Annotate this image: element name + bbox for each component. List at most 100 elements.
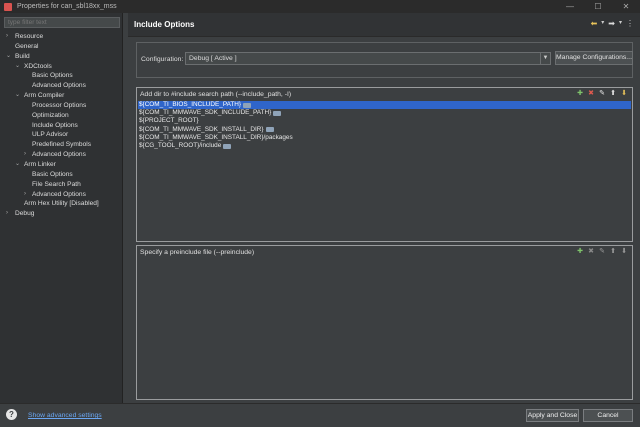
- help-icon[interactable]: ?: [6, 409, 17, 420]
- chevron-down-icon[interactable]: ▼: [540, 53, 550, 64]
- tree-item-arm-hex-utility[interactable]: Arm Hex Utility [Disabled]: [0, 199, 123, 209]
- tree-item-file-search-path[interactable]: File Search Path: [0, 180, 123, 190]
- tree-item-arm-compiler[interactable]: ⌄ Arm Compiler: [0, 91, 123, 101]
- sidebar: › Resource General ⌄ Build ⌄ XDCtools Basic…: [0, 13, 123, 403]
- minimize-icon[interactable]: —: [556, 0, 584, 13]
- configuration-value: Debug [ Active ]: [189, 55, 237, 62]
- tree-item-label: Advanced Options: [32, 151, 86, 159]
- include-path-list: ${COM_TI_BIOS_INCLUDE_PATH} ${COM_TI_MMW…: [138, 101, 631, 150]
- list-item[interactable]: ${COM_TI_MMWAVE_SDK_INSTALL_DIR}: [138, 126, 631, 134]
- add-icon[interactable]: ✚: [576, 90, 584, 98]
- list-item[interactable]: ${CG_TOOL_ROOT}/include: [138, 142, 631, 150]
- page-navigation: ⬅ ▾ ➡ ▾ ⋮: [591, 19, 634, 28]
- tree-item-label: Optimization: [32, 111, 69, 119]
- dialog-footer: ? Show advanced settings Apply and Close…: [0, 403, 640, 427]
- tree-item-label: File Search Path: [32, 180, 81, 188]
- tree-item-linker-basic-options[interactable]: Basic Options: [0, 170, 123, 180]
- tree-item-label: Advanced Options: [32, 190, 86, 198]
- preinclude-panel: Specify a preinclude file (--preinclude)…: [136, 245, 633, 400]
- maximize-icon[interactable]: ☐: [584, 0, 612, 13]
- chevron-down-icon[interactable]: ⌄: [15, 91, 20, 101]
- app-icon: [4, 2, 12, 11]
- tree-item-build[interactable]: ⌄ Build: [0, 52, 123, 62]
- list-item[interactable]: ${COM_TI_MMWAVE_SDK_INSTALL_DIR}/package…: [138, 134, 631, 142]
- delete-icon[interactable]: ✖: [587, 90, 595, 98]
- tree-item-resource[interactable]: › Resource: [0, 32, 123, 42]
- move-up-icon[interactable]: ⬆: [609, 248, 617, 256]
- configuration-label: Configuration:: [141, 56, 184, 63]
- tree-item-label: XDCtools: [24, 62, 52, 70]
- chevron-down-icon[interactable]: ▾: [619, 19, 622, 28]
- tree-item-general[interactable]: General: [0, 42, 123, 52]
- tree-item-xdc-advanced-options[interactable]: Advanced Options: [0, 81, 123, 91]
- tree-item-processor-options[interactable]: Processor Options: [0, 101, 123, 111]
- move-down-icon[interactable]: ⬇: [620, 248, 628, 256]
- tree-item-include-options[interactable]: Include Options: [0, 121, 123, 131]
- tree-item-compiler-advanced-options[interactable]: › Advanced Options: [0, 150, 123, 160]
- tree-item-label: Debug: [15, 210, 35, 218]
- tree-item-xdctools[interactable]: ⌄ XDCtools: [0, 62, 123, 72]
- tree-item-label: Advanced Options: [32, 82, 86, 90]
- tree-item-predefined-symbols[interactable]: Predefined Symbols: [0, 140, 123, 150]
- back-arrow-icon[interactable]: ⬅: [591, 19, 598, 28]
- move-up-icon[interactable]: ⬆: [609, 90, 617, 98]
- tree-item-label: Basic Options: [32, 72, 73, 80]
- page-header: Include Options ⬅ ▾ ➡ ▾ ⋮: [128, 13, 640, 37]
- tree-item-debug[interactable]: › Debug: [0, 209, 123, 219]
- chevron-down-icon[interactable]: ▾: [601, 19, 604, 28]
- filter-input[interactable]: [4, 17, 120, 28]
- include-path-title: Add dir to #include search path (--inclu…: [140, 91, 292, 98]
- close-icon[interactable]: ✕: [612, 0, 640, 13]
- tree-item-ulp-advisor[interactable]: ULP Advisor: [0, 130, 123, 140]
- chevron-right-icon[interactable]: ›: [24, 190, 26, 200]
- include-path-toolbar: ✚ ✖ ✎ ⬆ ⬇: [576, 90, 628, 98]
- tree-item-linker-advanced-options[interactable]: › Advanced Options: [0, 190, 123, 200]
- ellipsis-icon: [223, 143, 232, 149]
- list-item[interactable]: ${COM_TI_BIOS_INCLUDE_PATH}: [138, 101, 631, 110]
- edit-icon[interactable]: ✎: [598, 90, 606, 98]
- main-panel: Include Options ⬅ ▾ ➡ ▾ ⋮ Configuration:…: [128, 13, 640, 403]
- tree-item-label: Basic Options: [32, 170, 73, 178]
- tree-item-label: Predefined Symbols: [32, 141, 92, 149]
- window-title: Properties for can_sbl18xx_mss: [17, 3, 117, 10]
- move-down-icon[interactable]: ⬇: [620, 90, 628, 98]
- apply-and-close-button[interactable]: Apply and Close: [526, 409, 579, 422]
- tree-item-label: General: [15, 42, 39, 50]
- delete-icon[interactable]: ✖: [587, 248, 595, 256]
- tree-item-label: Processor Options: [32, 101, 87, 109]
- tree-item-label: Resource: [15, 33, 44, 40]
- forward-arrow-icon[interactable]: ➡: [608, 19, 615, 28]
- tree-item-label: Arm Hex Utility [Disabled]: [24, 200, 99, 208]
- ellipsis-icon: [243, 102, 252, 108]
- ellipsis-icon: [265, 127, 274, 133]
- configuration-select[interactable]: Debug [ Active ] ▼: [185, 52, 551, 65]
- tree-item-label: Build: [15, 52, 30, 60]
- tree-item-optimization[interactable]: Optimization: [0, 111, 123, 121]
- chevron-down-icon[interactable]: ⌄: [15, 160, 20, 170]
- view-menu-icon[interactable]: ⋮: [626, 19, 634, 28]
- list-item[interactable]: ${COM_TI_MMWAVE_SDK_INCLUDE_PATH}: [138, 109, 631, 117]
- tree-item-label: Include Options: [32, 121, 78, 129]
- chevron-down-icon[interactable]: ⌄: [6, 52, 11, 62]
- add-icon[interactable]: ✚: [576, 248, 584, 256]
- tree-item-arm-linker[interactable]: ⌄ Arm Linker: [0, 160, 123, 170]
- tree-item-label: Arm Linker: [24, 160, 56, 168]
- tree-item-xdc-basic-options[interactable]: Basic Options: [0, 71, 123, 81]
- edit-icon[interactable]: ✎: [598, 248, 606, 256]
- manage-configurations-button[interactable]: Manage Configurations...: [555, 51, 633, 65]
- window-controls: — ☐ ✕: [556, 0, 640, 13]
- tree-item-label: Arm Compiler: [24, 92, 65, 100]
- preinclude-title: Specify a preinclude file (--preinclude): [140, 249, 255, 256]
- ellipsis-icon: [273, 110, 282, 116]
- list-item[interactable]: ${PROJECT_ROOT}: [138, 117, 631, 125]
- show-advanced-settings-link[interactable]: Show advanced settings: [28, 412, 102, 419]
- chevron-right-icon[interactable]: ›: [6, 32, 8, 42]
- page-title: Include Options: [134, 20, 195, 29]
- preinclude-toolbar: ✚ ✖ ✎ ⬆ ⬇: [576, 248, 628, 256]
- configuration-group: Configuration: Debug [ Active ] ▼ Manage…: [136, 42, 633, 78]
- cancel-button[interactable]: Cancel: [583, 409, 633, 422]
- chevron-right-icon[interactable]: ›: [24, 150, 26, 160]
- property-tree: › Resource General ⌄ Build ⌄ XDCtools Basic…: [0, 32, 123, 219]
- chevron-right-icon[interactable]: ›: [6, 209, 8, 219]
- chevron-down-icon[interactable]: ⌄: [15, 62, 20, 72]
